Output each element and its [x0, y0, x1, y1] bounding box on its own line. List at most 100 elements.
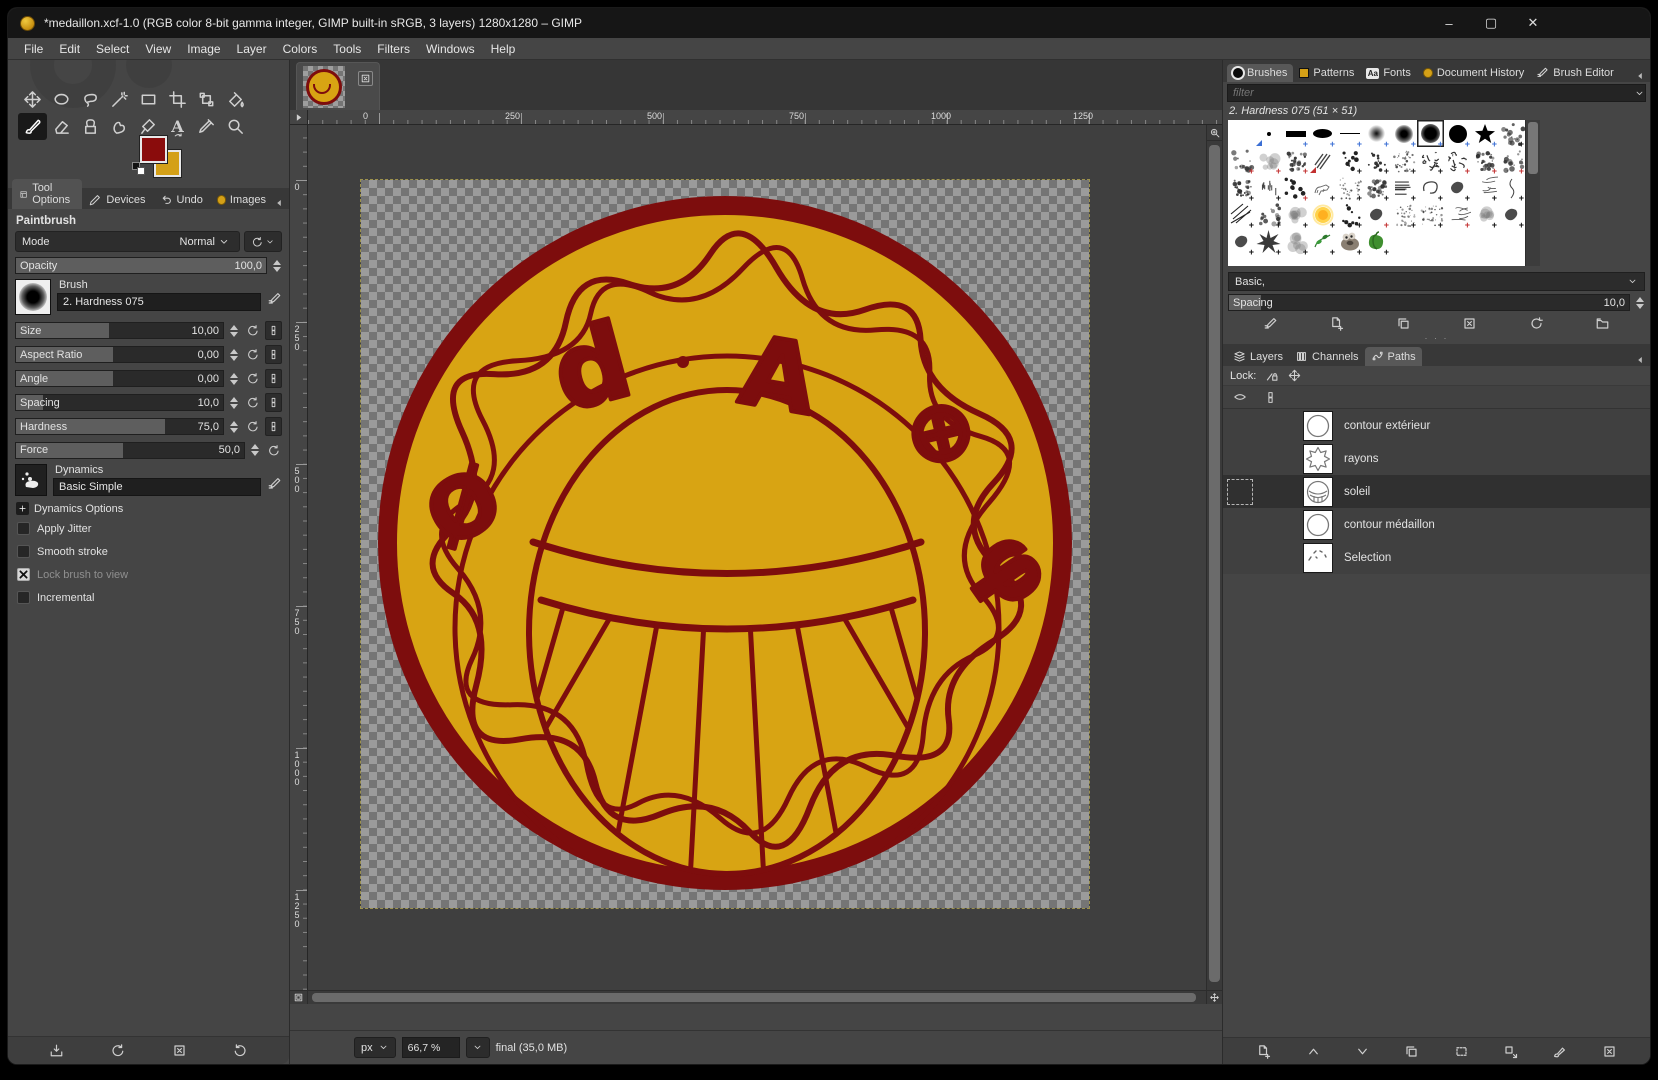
brush-cell-grain[interactable]: + [1390, 201, 1417, 228]
navigation-icon[interactable] [1206, 991, 1222, 1004]
tool-eraser[interactable] [47, 113, 76, 140]
tool-transform[interactable] [192, 86, 221, 113]
tool-clone[interactable] [76, 113, 105, 140]
brush-cell-wisp[interactable]: + [1444, 201, 1471, 228]
brush-cell-dense[interactable]: + [1228, 174, 1255, 201]
edit-brush-icon[interactable] [267, 291, 282, 306]
menu-item-filters[interactable]: Filters [369, 40, 418, 58]
dynamics-options-expander[interactable]: Dynamics Options [16, 502, 282, 515]
brush-cell-tex[interactable]: + [1498, 147, 1525, 174]
save-button[interactable] [49, 1043, 64, 1058]
revert-button[interactable] [110, 1043, 125, 1058]
eye-icon[interactable] [1223, 390, 1256, 404]
unit-dropdown[interactable]: px [354, 1037, 396, 1058]
brush-cell-spikystar[interactable]: + [1255, 228, 1282, 255]
dock-menu-icon[interactable] [1634, 354, 1646, 366]
horizontal-scrollbar[interactable] [308, 991, 1206, 1004]
brush-cell-tinydot[interactable]: + [1255, 201, 1282, 228]
brush-cell-net[interactable]: + [1444, 147, 1471, 174]
brush-cell-blank[interactable] [1228, 120, 1255, 147]
mode-reset-button[interactable] [244, 231, 282, 252]
tool-fuzzy-select[interactable] [105, 86, 134, 113]
checkbox-apply-jitter[interactable]: Apply Jitter [17, 522, 282, 535]
dock-menu-icon[interactable] [1634, 70, 1646, 82]
aspect-ratio-slider[interactable]: Aspect Ratio0,00 [15, 346, 224, 363]
brush-cell-leaf[interactable]: + [1309, 228, 1336, 255]
brush-cell-vlines[interactable]: + [1255, 174, 1282, 201]
zoom-dropdown[interactable] [466, 1037, 490, 1058]
brush-cell-blob[interactable]: + [1363, 201, 1390, 228]
brush-cell-diag[interactable]: + [1228, 201, 1255, 228]
menu-item-image[interactable]: Image [179, 40, 228, 58]
del-button[interactable] [172, 1043, 187, 1058]
dock-tab-brush-editor[interactable]: Brush Editor [1530, 63, 1620, 82]
brush-grid-scroll-handle[interactable] [1528, 122, 1538, 174]
fromsel-button[interactable] [1503, 1044, 1518, 1059]
brush-cell-scatter[interactable]: + [1282, 174, 1309, 201]
brush-cell-hlines[interactable]: + [1390, 174, 1417, 201]
dialog-tab-channels[interactable]: Channels [1289, 347, 1364, 366]
brush-cell-fluff[interactable]: + [1282, 201, 1309, 228]
path-row-contour-médaillon[interactable]: contour médaillon [1223, 508, 1650, 541]
quick-mask-icon[interactable] [290, 991, 308, 1004]
tool-zoom[interactable] [221, 113, 250, 140]
tool-bucket-fill[interactable] [221, 86, 250, 113]
spinner[interactable] [228, 421, 239, 433]
edit-dynamics-icon[interactable] [267, 476, 282, 491]
brush-cell-sun[interactable]: + [1309, 201, 1336, 228]
spinner[interactable] [249, 444, 260, 456]
reset-icon[interactable] [243, 418, 261, 436]
vertical-scrollbar[interactable] [1206, 125, 1222, 990]
spacing-slider[interactable]: Spacing10,0 [15, 394, 224, 411]
mode-dropdown[interactable]: Mode Normal [15, 231, 240, 252]
foreground-color-swatch[interactable] [140, 136, 167, 163]
link-brush-icon[interactable] [265, 417, 282, 436]
menu-item-windows[interactable]: Windows [418, 40, 483, 58]
brush-spacing-slider[interactable]: Spacing10,0 [1228, 294, 1630, 311]
dialog-tab-layers[interactable]: Layers [1227, 347, 1289, 366]
menu-item-layer[interactable]: Layer [229, 40, 275, 58]
brush-cell-scatter[interactable]: + [1336, 201, 1363, 228]
brush-cell-line[interactable]: + [1336, 120, 1363, 147]
brush-cell-tex[interactable]: + [1228, 147, 1255, 174]
lock-path-strokes-icon[interactable] [1265, 369, 1279, 383]
angle-slider[interactable]: Angle0,00 [15, 370, 224, 387]
force-slider[interactable]: Force50,0 [15, 442, 245, 459]
dup-button[interactable] [1404, 1044, 1419, 1059]
del-button[interactable] [1602, 1044, 1617, 1059]
dock-tab-patterns[interactable]: Patterns [1293, 64, 1360, 82]
brush-cell-wisp[interactable]: + [1471, 174, 1498, 201]
zoom-fit-icon[interactable] [1207, 125, 1222, 141]
tab-images[interactable]: Images [210, 191, 273, 209]
menu-item-help[interactable]: Help [483, 40, 524, 58]
brush-cell-wilber[interactable]: + [1336, 228, 1363, 255]
brush-cell-dots[interactable]: + [1363, 147, 1390, 174]
menu-item-view[interactable]: View [137, 40, 179, 58]
tool-smudge[interactable] [105, 113, 134, 140]
panel-splitter[interactable]: · · · [1223, 335, 1650, 344]
tool-ellipse-select[interactable] [47, 86, 76, 113]
image-canvas[interactable]: ØdA⊗φ [361, 180, 1089, 908]
reset-icon[interactable] [243, 322, 261, 340]
brush-cell-pepper[interactable]: + [1363, 228, 1390, 255]
brush-cell-soft1[interactable]: + [1363, 120, 1390, 147]
link-brush-icon[interactable] [265, 369, 282, 388]
dock-menu-icon[interactable] [273, 197, 285, 209]
tool-color-picker[interactable] [192, 113, 221, 140]
brush-name-field[interactable]: 2. Hardness 075 [57, 293, 261, 311]
swap-colors-icon[interactable] [172, 132, 185, 150]
tab-devices[interactable]: Devices [82, 190, 152, 209]
brush-cell-net[interactable]: + [1417, 147, 1444, 174]
menu-item-select[interactable]: Select [88, 40, 137, 58]
brush-cell-grain[interactable]: + [1390, 147, 1417, 174]
del-button[interactable] [1462, 316, 1477, 331]
spinner[interactable] [228, 397, 239, 409]
hardness-slider[interactable]: Hardness75,0 [15, 418, 224, 435]
dynamics-name-field[interactable]: Basic Simple [53, 478, 261, 496]
spinner[interactable] [1634, 297, 1645, 309]
minimize-button[interactable]: – [1432, 11, 1466, 35]
brush-cell-softsel[interactable]: + [1417, 120, 1444, 147]
reset-icon[interactable] [243, 394, 261, 412]
dock-tab-brushes[interactable]: Brushes [1227, 64, 1293, 82]
brush-cell-circle[interactable]: + [1444, 120, 1471, 147]
